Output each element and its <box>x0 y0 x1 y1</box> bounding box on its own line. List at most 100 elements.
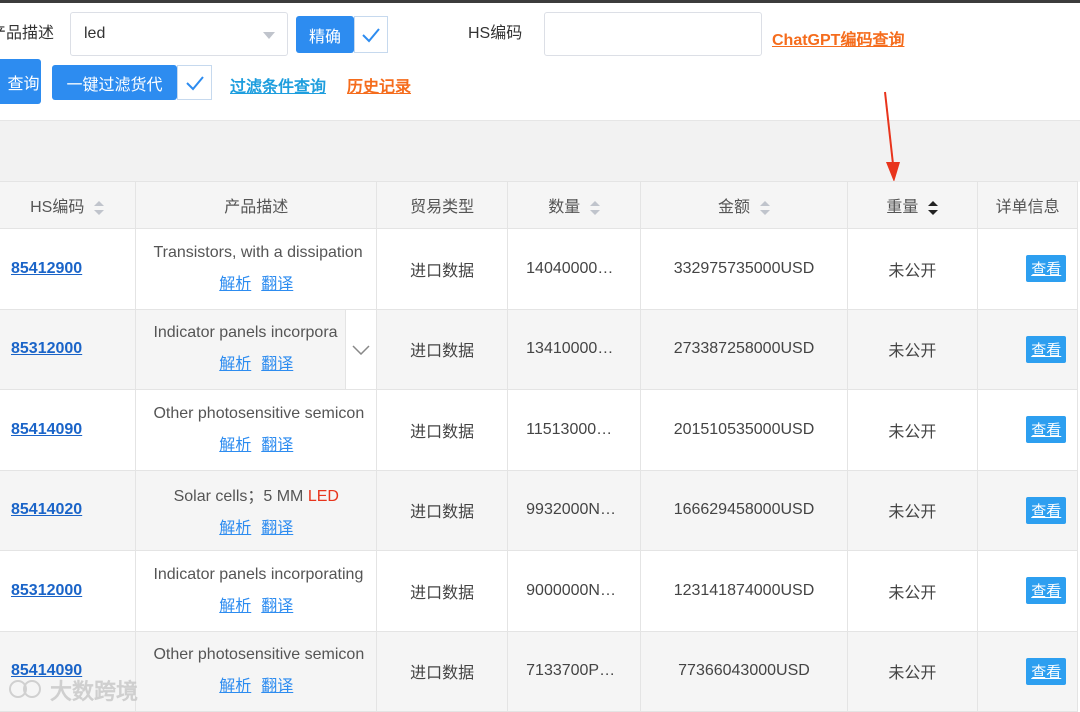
hs-code-input[interactable] <box>544 12 762 56</box>
product-desc-cell: Indicator panels incorpora 解析 翻译 <box>135 308 378 390</box>
detail-cell: 查看 <box>977 630 1078 712</box>
sort-active-icon[interactable] <box>928 200 939 215</box>
quantity-cell: 13410000… <box>507 308 642 390</box>
desc-actions: 解析 翻译 <box>214 598 298 615</box>
sort-icon[interactable] <box>759 200 770 215</box>
view-detail-button[interactable]: 查看 <box>1026 496 1067 524</box>
filter-forwarder-checkbox[interactable] <box>177 65 212 100</box>
product-desc-cell: Solar cells；5 MM LED 解析 翻译 <box>135 469 378 551</box>
hs-code-link[interactable]: 85414020 <box>0 501 135 519</box>
table-row: 85414020 Solar cells；5 MM LED 解析 翻译 进口数据 9932… <box>0 469 1078 551</box>
translate-link[interactable]: 翻译 <box>261 598 293 615</box>
trade-type-cell: 进口数据 <box>376 469 509 551</box>
view-detail-button[interactable]: 查看 <box>1026 577 1067 605</box>
product-desc-text: Other photosensitive semicon <box>153 404 365 422</box>
product-desc-cell: Transistors, with a dissipation 解析 翻译 <box>135 228 378 310</box>
col-quantity[interactable]: 数量 <box>507 181 642 229</box>
view-detail-button[interactable]: 查看 <box>1026 335 1067 363</box>
desc-actions: 解析 翻译 <box>214 276 298 293</box>
parse-link[interactable]: 解析 <box>219 437 251 454</box>
view-detail-button[interactable]: 查看 <box>1026 416 1067 444</box>
hs-code-link[interactable]: 85312000 <box>0 582 135 600</box>
hs-code-label: HS编码 <box>468 25 523 42</box>
query-button[interactable]: 查询 <box>0 59 41 104</box>
parse-link[interactable]: 解析 <box>219 356 251 373</box>
translate-link[interactable]: 翻译 <box>261 678 293 695</box>
amount-cell: 332975735000USD <box>640 228 848 310</box>
product-desc-text: Indicator panels incorpora <box>153 324 338 342</box>
translate-link[interactable]: 翻译 <box>261 356 293 373</box>
product-desc-label: 产品描述 <box>0 25 55 42</box>
trade-type-cell: 进口数据 <box>376 550 509 632</box>
amount-cell: 77366043000USD <box>640 630 848 712</box>
product-desc-cell: Other photosensitive semicon 解析 翻译 <box>135 630 378 712</box>
view-detail-button[interactable]: 查看 <box>1026 657 1067 685</box>
quantity-text: 11513000… <box>526 420 613 438</box>
hs-code-cell: 85312000 <box>0 308 137 390</box>
query-button-label: 查询 <box>7 75 40 93</box>
filter-condition-query-link[interactable]: 过滤条件查询 <box>230 73 326 97</box>
product-desc-text: Solar cells；5 MM LED <box>173 488 339 506</box>
desc-actions: 解析 翻译 <box>214 678 298 695</box>
translate-link[interactable]: 翻译 <box>261 437 293 454</box>
hs-code-cell: 85312000 <box>0 550 137 632</box>
col-product-desc: 产品描述 <box>135 181 378 229</box>
trade-type-cell: 进口数据 <box>376 630 509 712</box>
trade-type-cell: 进口数据 <box>376 389 509 471</box>
weight-cell: 未公开 <box>846 630 979 712</box>
hs-code-link[interactable]: 85414090 <box>0 421 135 439</box>
parse-link[interactable]: 解析 <box>219 520 251 537</box>
table-row: 85312000 Indicator panels incorporating 解析… <box>0 550 1078 632</box>
history-link[interactable]: 历史记录 <box>347 73 411 97</box>
results-table: HS编码 产品描述 贸易类型 数量 金额 重量 详单信息 85412900 Tra… <box>0 181 1078 712</box>
expand-chevron-button[interactable] <box>345 309 376 389</box>
translate-link[interactable]: 翻译 <box>261 276 293 293</box>
amount-cell: 166629458000USD <box>640 469 848 551</box>
quantity-text: 9000000N… <box>526 581 616 599</box>
desc-actions: 解析 翻译 <box>214 437 298 454</box>
product-desc-cell: Other photosensitive semicon 解析 翻译 <box>135 389 378 471</box>
parse-link[interactable]: 解析 <box>219 678 251 695</box>
product-desc-cell: Indicator panels incorporating 解析 翻译 <box>135 550 378 632</box>
col-amount[interactable]: 金额 <box>640 181 848 229</box>
trade-type-cell: 进口数据 <box>376 308 509 390</box>
amount-cell: 201510535000USD <box>640 389 848 471</box>
col-weight[interactable]: 重量 <box>846 181 979 229</box>
quantity-cell: 14040000… <box>507 228 642 310</box>
translate-link[interactable]: 翻译 <box>261 520 293 537</box>
check-icon <box>362 27 380 42</box>
top-border <box>0 0 1080 3</box>
table-row: 85414090 Other photosensitive semicon 解析 翻译… <box>0 630 1078 712</box>
hs-code-link[interactable]: 85412900 <box>0 260 135 278</box>
hs-code-link[interactable]: 85312000 <box>0 340 135 358</box>
amount-cell: 123141874000USD <box>640 550 848 632</box>
view-detail-button[interactable]: 查看 <box>1026 255 1067 283</box>
detail-cell: 查看 <box>977 389 1078 471</box>
quantity-text: 14040000… <box>526 259 614 277</box>
parse-link[interactable]: 解析 <box>219 598 251 615</box>
hs-code-cell: 85412900 <box>0 228 137 310</box>
chevron-down-icon <box>352 344 370 355</box>
col-hs-code[interactable]: HS编码 <box>0 181 137 229</box>
keyword-highlight: LED <box>307 488 339 506</box>
quantity-text: 7133700P… <box>526 662 616 680</box>
table-row: 85414090 Other photosensitive semicon 解析 翻译… <box>0 389 1078 471</box>
weight-cell: 未公开 <box>846 308 979 390</box>
col-trade-type: 贸易类型 <box>376 181 509 229</box>
red-arrow-annotation <box>884 91 900 182</box>
watermark-text: 大数跨境 <box>50 679 139 704</box>
exact-match-checkbox[interactable] <box>354 16 388 53</box>
sort-icon[interactable] <box>94 200 105 215</box>
weight-cell: 未公开 <box>846 389 979 471</box>
exact-match-button[interactable]: 精确 <box>296 16 354 53</box>
chatgpt-code-query-link[interactable]: ChatGPT编码查询 <box>772 26 904 50</box>
table-row: 85412900 Transistors, with a dissipation 解… <box>0 228 1078 310</box>
product-desc-select[interactable]: led <box>70 12 288 56</box>
hs-code-cell: 85414090 <box>0 389 137 471</box>
sort-icon[interactable] <box>590 200 601 215</box>
quantity-cell: 9000000N… <box>507 550 642 632</box>
parse-link[interactable]: 解析 <box>219 276 251 293</box>
filter-forwarder-button[interactable]: 一键过滤货代 <box>52 65 177 100</box>
quantity-text: 9932000N… <box>526 501 616 519</box>
weight-cell: 未公开 <box>846 469 979 551</box>
